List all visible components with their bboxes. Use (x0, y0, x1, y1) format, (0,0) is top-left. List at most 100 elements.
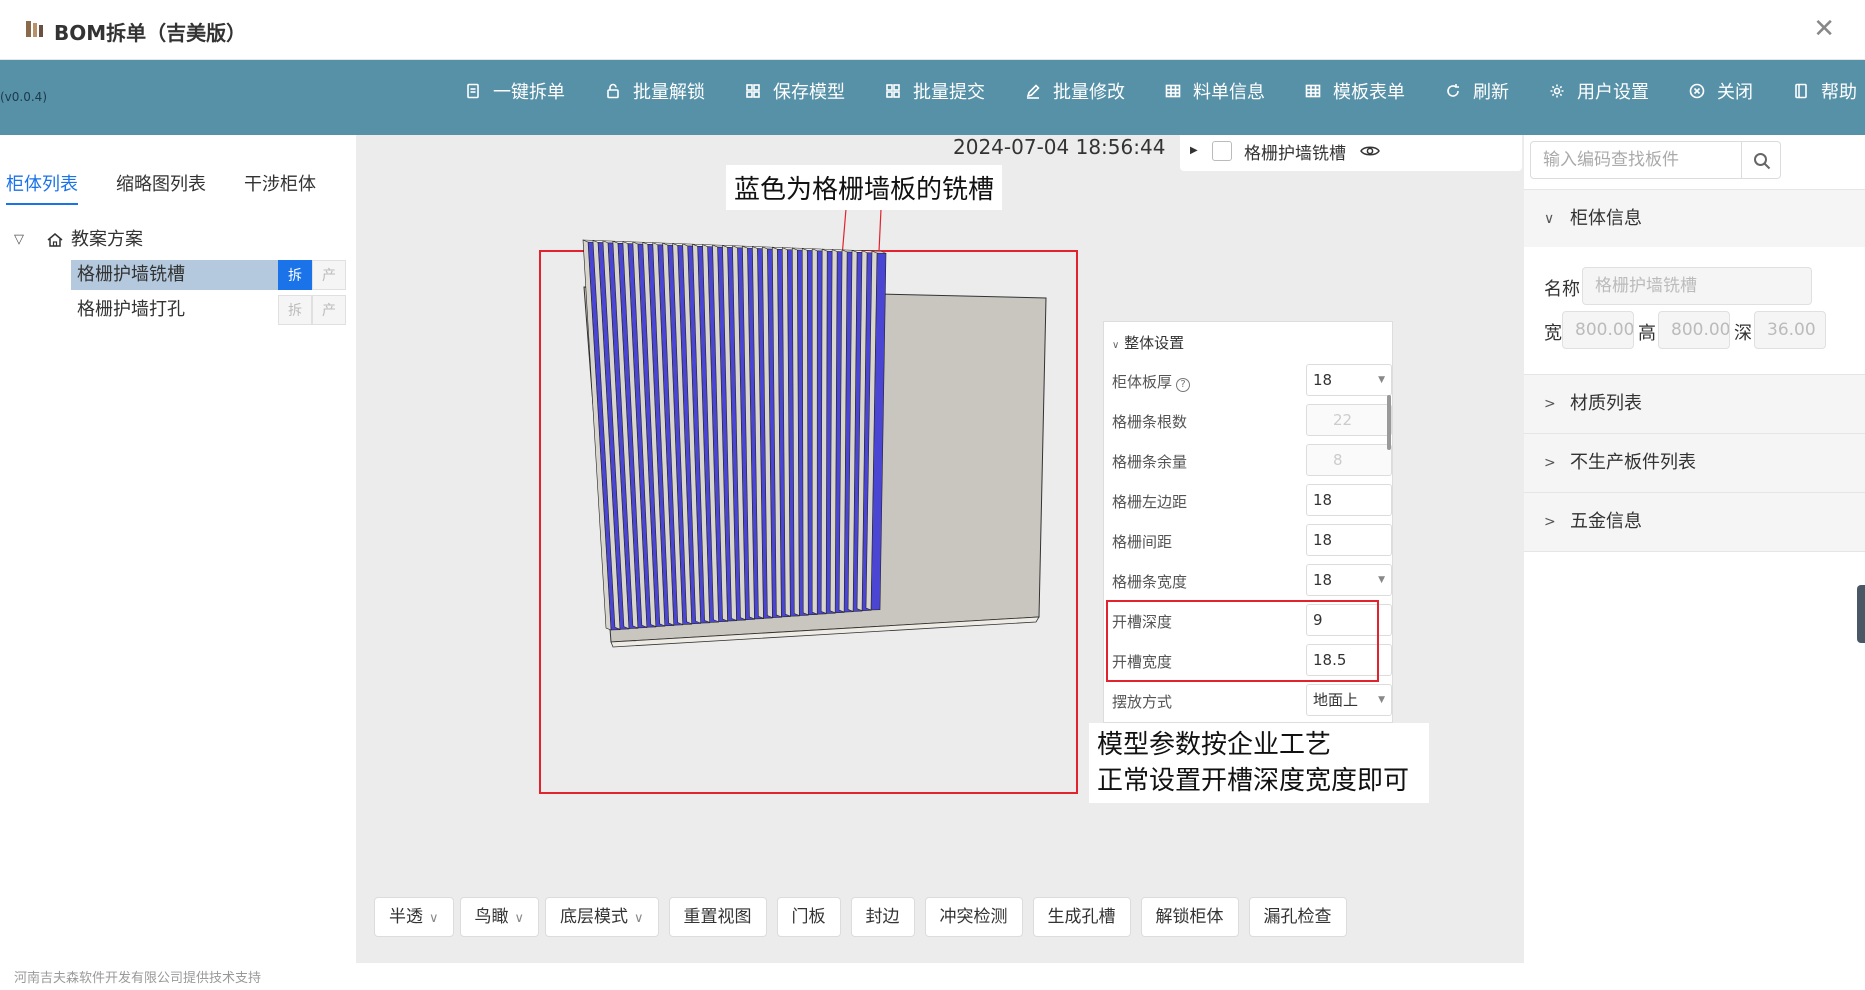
section-header[interactable]: > 材质列表 (1524, 375, 1865, 433)
chevron-down-icon: ▼ (1378, 575, 1385, 585)
section-header[interactable]: > 不生产板件列表 (1524, 434, 1865, 492)
tool-help[interactable]: 帮助 (1793, 78, 1857, 104)
tool-label: 用户设置 (1577, 82, 1649, 103)
edge-banding-button[interactable]: 封边 (850, 897, 915, 937)
caret-right-icon[interactable]: ▶ (1190, 145, 1198, 156)
width-field[interactable]: 800.00 (1562, 311, 1634, 349)
door-panel-button[interactable]: 门板 (776, 897, 841, 937)
chevron-down-icon: ▼ (1378, 695, 1385, 705)
tool-user-settings[interactable]: 用户设置 (1549, 78, 1649, 104)
tab-cabinet-list[interactable]: 柜体列表 (6, 165, 78, 205)
tool-batch-submit[interactable]: 批量提交 (885, 78, 985, 104)
slat-side (820, 248, 828, 614)
app-title: BOM拆单（吉美版） (54, 21, 247, 45)
tool-batch-edit[interactable]: 批量修改 (1025, 78, 1125, 104)
chevron-down-icon: ∨ (1112, 340, 1120, 351)
tab-thumbnail-list[interactable]: 缩略图列表 (116, 165, 206, 205)
layer-toggle-bar: ▶ 格栅护墙铣槽 (1180, 135, 1522, 171)
tool-template-form[interactable]: 模板表单 (1305, 78, 1405, 104)
title-bar: BOM拆单（吉美版） ✕ (0, 0, 1865, 60)
chevron-right-icon: > (1544, 396, 1556, 412)
bottom-mode-dropdown[interactable]: 底层模式 ∨ (545, 897, 659, 937)
produce-button[interactable]: 产 (312, 260, 346, 290)
search-input[interactable]: 输入编码查找板件 (1530, 141, 1742, 179)
setting-row-slat-margin: 格栅条余量 8 (1104, 440, 1392, 480)
setting-select[interactable]: 18 ▼ (1306, 364, 1392, 396)
depth-label: 深 (1734, 323, 1752, 344)
model-viewport[interactable]: 2024-07-04 18:56:44 ▶ 格栅护墙铣槽 蓝色为格栅墙板的铣槽 … (356, 135, 1524, 963)
tool-save-model[interactable]: 保存模型 (745, 78, 845, 104)
birdseye-dropdown[interactable]: 鸟瞰 ∨ (459, 897, 540, 937)
help-icon[interactable]: ? (1176, 378, 1191, 392)
search-button[interactable] (1741, 141, 1781, 179)
setting-input[interactable]: 22 (1306, 404, 1392, 436)
annotation-model-note: 模型参数按企业工艺 正常设置开槽深度宽度即可 (1089, 723, 1429, 803)
section-non-production-list[interactable]: > 不生产板件列表 (1524, 433, 1865, 492)
setting-input[interactable]: 18 (1306, 484, 1392, 516)
setting-select[interactable]: 地面上 ▼ (1306, 684, 1392, 716)
slat-side (801, 247, 809, 616)
app-logo-icon (26, 21, 43, 37)
tool-close[interactable]: 关闭 (1689, 78, 1753, 104)
tree-item-label[interactable]: 格栅护墙打孔 (71, 295, 282, 325)
collision-check-button[interactable]: 冲突检测 (924, 897, 1023, 937)
tool-material-info[interactable]: 料单信息 (1165, 78, 1265, 104)
generate-holes-button[interactable]: 生成孔槽 (1032, 897, 1131, 937)
setting-label: 格栅间距 (1112, 533, 1173, 551)
tool-batch-unlock[interactable]: 批量解锁 (605, 78, 705, 104)
tool-refresh[interactable]: 刷新 (1445, 78, 1509, 104)
settings-header[interactable]: ∨ 整体设置 (1112, 332, 1184, 354)
split-button[interactable]: 拆 (278, 260, 312, 290)
settings-scrollbar[interactable] (1387, 395, 1391, 450)
close-icon[interactable]: ✕ (1813, 16, 1835, 42)
reset-view-button[interactable]: 重置视图 (668, 897, 767, 937)
layer-checkbox[interactable] (1212, 141, 1232, 161)
setting-row-slat-count: 格栅条根数 22 (1104, 400, 1392, 440)
setting-input[interactable]: 18 (1306, 524, 1392, 556)
setting-row-panel-thickness: 柜体板厚? 18 ▼ (1104, 360, 1392, 400)
timestamp: 2024-07-04 18:56:44 (953, 135, 1166, 159)
chevron-down-icon[interactable]: ▽ (14, 225, 24, 255)
tool-one-click-split[interactable]: 一键拆单 (465, 78, 565, 104)
tree-item-label[interactable]: 格栅护墙铣槽 (71, 260, 282, 290)
setting-row-slat-width: 格栅条宽度 18 ▼ (1104, 560, 1392, 600)
tree-root[interactable]: ▽ 教案方案 (6, 225, 348, 255)
lock-icon (607, 83, 619, 99)
tool-label: 一键拆单 (493, 82, 565, 103)
setting-select[interactable]: 18 ▼ (1306, 564, 1392, 596)
setting-label: 格栅左边距 (1112, 493, 1188, 511)
table-icon (1165, 84, 1181, 98)
right-panel: 输入编码查找板件 ∨ 柜体信息 名称 格栅护墙铣槽 宽 800.00 高 800.… (1524, 135, 1865, 965)
chevron-down-icon: ∨ (1544, 211, 1555, 227)
split-button[interactable]: 拆 (278, 295, 312, 325)
section-header[interactable]: > 五金信息 (1524, 493, 1865, 551)
depth-field[interactable]: 36.00 (1754, 311, 1826, 349)
missing-hole-check-button[interactable]: 漏孔检查 (1248, 897, 1347, 937)
slot-params-highlight-box (1106, 600, 1379, 682)
document-icon (467, 83, 479, 99)
tree-item[interactable]: 格栅护墙打孔 拆 产 (6, 295, 348, 325)
left-panel: 柜体列表 缩略图列表 干涉柜体 ▽ 教案方案 格栅护墙铣槽 拆 产 格栅护墙打孔… (0, 135, 356, 965)
produce-button[interactable]: 产 (312, 295, 346, 325)
edit-icon (1026, 84, 1040, 99)
unlock-cabinet-button[interactable]: 解锁柜体 (1140, 897, 1239, 937)
height-field[interactable]: 800.00 (1658, 311, 1730, 349)
eye-icon[interactable] (1360, 143, 1380, 159)
translucent-dropdown[interactable]: 半透 ∨ (374, 897, 454, 937)
setting-input[interactable]: 8 (1306, 444, 1392, 476)
grid-icon (746, 84, 760, 98)
section-hardware-info[interactable]: > 五金信息 (1524, 492, 1865, 552)
tree-root-label: 教案方案 (71, 229, 143, 250)
tool-label: 关闭 (1717, 82, 1753, 103)
settings-header-label: 整体设置 (1124, 334, 1185, 352)
section-cabinet-info[interactable]: ∨ 柜体信息 (1524, 189, 1865, 248)
tab-interference-cabinet[interactable]: 干涉柜体 (244, 165, 316, 205)
book-icon (1795, 83, 1807, 99)
slat-side (811, 248, 818, 615)
tool-label: 刷新 (1473, 82, 1509, 103)
name-field[interactable]: 格栅护墙铣槽 (1582, 267, 1812, 305)
section-material-list[interactable]: > 材质列表 (1524, 374, 1865, 433)
tree-item[interactable]: 格栅护墙铣槽 拆 产 (6, 260, 348, 290)
section-header[interactable]: ∨ 柜体信息 (1524, 190, 1865, 248)
side-drawer-handle[interactable] (1857, 585, 1865, 643)
